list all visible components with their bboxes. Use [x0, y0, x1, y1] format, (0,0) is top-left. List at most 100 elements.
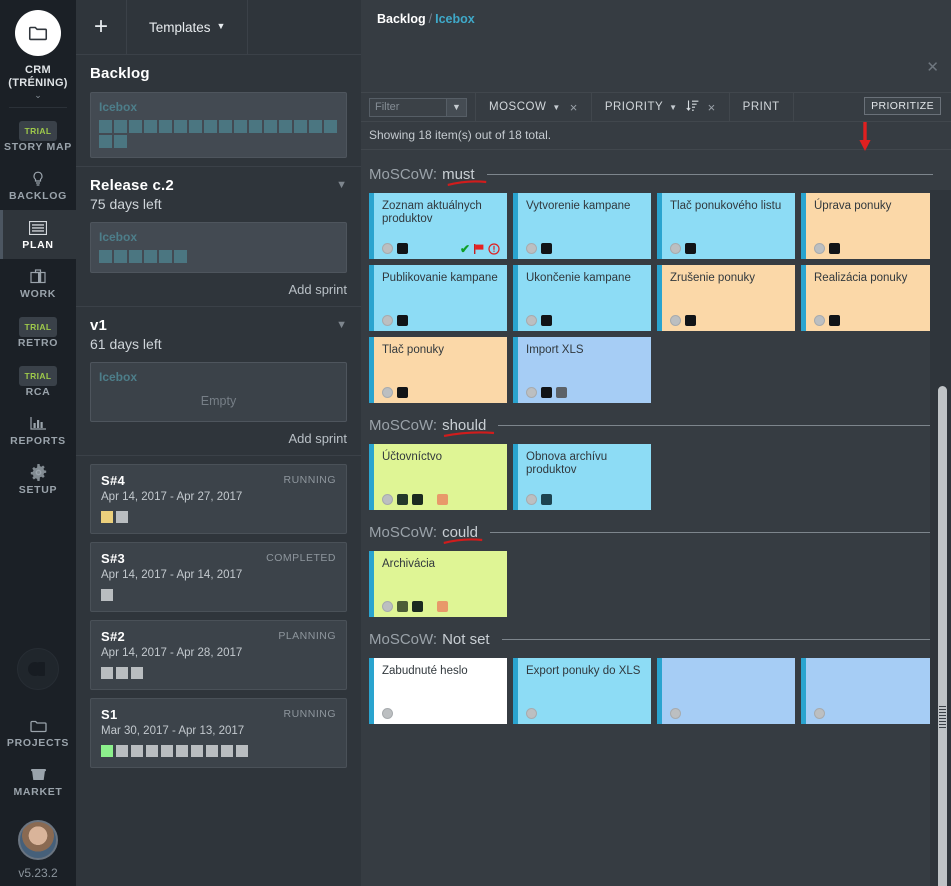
add-sprint-link[interactable]: Add sprint	[90, 422, 347, 447]
folder-icon	[0, 717, 76, 734]
project-logo[interactable]	[15, 10, 61, 56]
sidebar-item-backlog[interactable]: BACKLOG	[0, 161, 76, 210]
story-card[interactable]: Tlač ponukového listu	[657, 193, 795, 259]
sprint-card[interactable]: PLANNING S#2 Apr 14, 2017 - Apr 28, 2017	[90, 620, 347, 690]
project-name[interactable]: CRM (TRÉNING)	[8, 64, 68, 90]
sprint-tiles	[101, 511, 336, 523]
gear-icon	[0, 464, 76, 482]
story-card[interactable]: Úprava ponuky	[801, 193, 939, 259]
story-card[interactable]: Publikovanie kampane	[369, 265, 507, 331]
sidebar-item-projects[interactable]: PROJECTS	[0, 708, 76, 757]
story-card[interactable]: Realizácia ponuky	[801, 265, 939, 331]
icebox-tile	[309, 120, 322, 133]
filter-chip-label: PRIORITY	[604, 101, 664, 113]
trial-badge-icon: TRIAL	[0, 121, 76, 141]
release-icebox[interactable]: Icebox Empty	[90, 362, 347, 422]
scrollbar-thumb[interactable]	[938, 386, 947, 886]
icebox-tile	[234, 120, 247, 133]
card-footer	[382, 243, 408, 254]
story-card[interactable]: Import XLS	[513, 337, 651, 403]
close-icon[interactable]: ×	[708, 100, 716, 115]
story-card[interactable]: Účtovníctvo	[369, 444, 507, 510]
card-footer	[670, 243, 696, 254]
sort-descending-icon[interactable]	[685, 99, 699, 115]
chevron-down-icon: ▼	[216, 21, 226, 31]
sidebar-item-work[interactable]: WORK	[0, 259, 76, 308]
story-card[interactable]: Archivácia	[369, 551, 507, 617]
icebox-tile	[99, 250, 112, 263]
close-icon[interactable]: ×	[570, 100, 578, 115]
sidebar-item-plan[interactable]: PLAN	[0, 210, 76, 259]
add-sprint-link[interactable]: Add sprint	[90, 273, 347, 298]
story-card[interactable]	[801, 658, 939, 724]
sprint-tile	[146, 745, 158, 757]
card-title: Obnova archívu produktov	[526, 451, 608, 476]
card-avatar	[526, 708, 537, 719]
sprint-tile	[236, 745, 248, 757]
breadcrumb: Backlog / Icebox	[377, 12, 935, 26]
story-card[interactable]: Tlač ponuky	[369, 337, 507, 403]
sidebar-item-rca[interactable]: TRIAL RCA	[0, 357, 76, 406]
search-input[interactable]: Filter ▼	[369, 97, 467, 117]
chevron-down-icon[interactable]: ▼	[336, 179, 347, 191]
cards-board[interactable]: MoSCoW: must Zoznam aktuálnych produktov ✔ V…	[361, 150, 951, 886]
project-chevron-down-icon[interactable]: ⌄	[34, 91, 42, 100]
icebox-tile	[144, 250, 157, 263]
chevron-down-icon[interactable]: ▼	[336, 319, 347, 331]
chevron-down-icon[interactable]: ▼	[552, 103, 560, 112]
top-toolbar: + Templates ▼	[76, 0, 361, 55]
group-rule	[498, 425, 933, 426]
card-footer	[382, 387, 408, 398]
breadcrumb-current[interactable]: Icebox	[435, 12, 475, 26]
sidebar-item-setup[interactable]: SETUP	[0, 455, 76, 504]
sidebar-item-market[interactable]: MARKET	[0, 757, 76, 806]
card-title: Tlač ponukového listu	[670, 200, 782, 212]
filter-chip-moscow[interactable]: MOSCOW ▼ ×	[476, 93, 592, 121]
card-markers: ✔	[460, 243, 500, 255]
red-underline-annotation-icon	[443, 431, 495, 437]
print-button[interactable]: PRINT	[730, 93, 794, 121]
card-footer	[382, 315, 408, 326]
add-button[interactable]: +	[76, 0, 127, 54]
filter-chip-priority[interactable]: PRIORITY ▼ ×	[592, 93, 730, 121]
story-card[interactable]: Zabudnuté heslo	[369, 658, 507, 724]
story-card[interactable]: Zoznam aktuálnych produktov ✔	[369, 193, 507, 259]
group-key: MoSCoW:	[369, 417, 438, 434]
release-icebox[interactable]: Icebox	[90, 222, 347, 273]
user-avatar[interactable]	[18, 820, 58, 860]
templates-dropdown[interactable]: Templates ▼	[127, 0, 249, 54]
backlog-icebox[interactable]: Icebox	[90, 92, 347, 158]
list-icon-svg	[28, 220, 48, 235]
project-name-line2: (TRÉNING)	[8, 77, 68, 89]
card-footer	[814, 243, 840, 254]
chevron-down-icon[interactable]: ▼	[446, 98, 466, 116]
sidebar-item-retro[interactable]: TRIAL RETRO	[0, 308, 76, 357]
story-card[interactable]: Ukončenie kampane	[513, 265, 651, 331]
story-card[interactable]: Zrušenie ponuky	[657, 265, 795, 331]
card-tag	[541, 387, 552, 398]
red-underline-annotation-icon	[447, 180, 487, 186]
card-footer	[382, 494, 448, 505]
group-key: MoSCoW:	[369, 631, 438, 648]
filter-toolbar: Filter ▼ MOSCOW ▼ × PRIORITY ▼ × PRINT P…	[361, 92, 951, 122]
scrollbar-track[interactable]	[930, 190, 951, 886]
story-card[interactable]: Vytvorenie kampane	[513, 193, 651, 259]
sidebar-item-reports[interactable]: REPORTS	[0, 406, 76, 455]
card-avatar	[526, 243, 537, 254]
story-card[interactable]: Obnova archívu produktov	[513, 444, 651, 510]
sprint-card[interactable]: RUNNING S1 Mar 30, 2017 - Apr 13, 2017	[90, 698, 347, 768]
sprint-card[interactable]: COMPLETED S#3 Apr 14, 2017 - Apr 14, 2017	[90, 542, 347, 612]
story-card[interactable]	[657, 658, 795, 724]
sprint-tiles	[101, 589, 336, 601]
close-icon[interactable]: ✕	[926, 58, 939, 76]
sprint-card[interactable]: RUNNING S#4 Apr 14, 2017 - Apr 27, 2017	[90, 464, 347, 534]
story-card[interactable]: Export ponuky do XLS	[513, 658, 651, 724]
red-arrow-annotation-icon	[859, 118, 871, 151]
prioritize-button[interactable]: PRIORITIZE	[864, 97, 941, 115]
sprint-dates: Apr 14, 2017 - Apr 14, 2017	[101, 569, 243, 581]
chevron-down-icon[interactable]: ▼	[669, 103, 677, 112]
plan-scroll-area[interactable]: Backlog Icebox ▼ Release c.2 75 days lef…	[76, 55, 361, 886]
card-tag	[412, 494, 423, 505]
breadcrumb-root[interactable]: Backlog	[377, 12, 426, 26]
sidebar-item-story-map[interactable]: TRIAL STORY MAP	[0, 112, 76, 161]
